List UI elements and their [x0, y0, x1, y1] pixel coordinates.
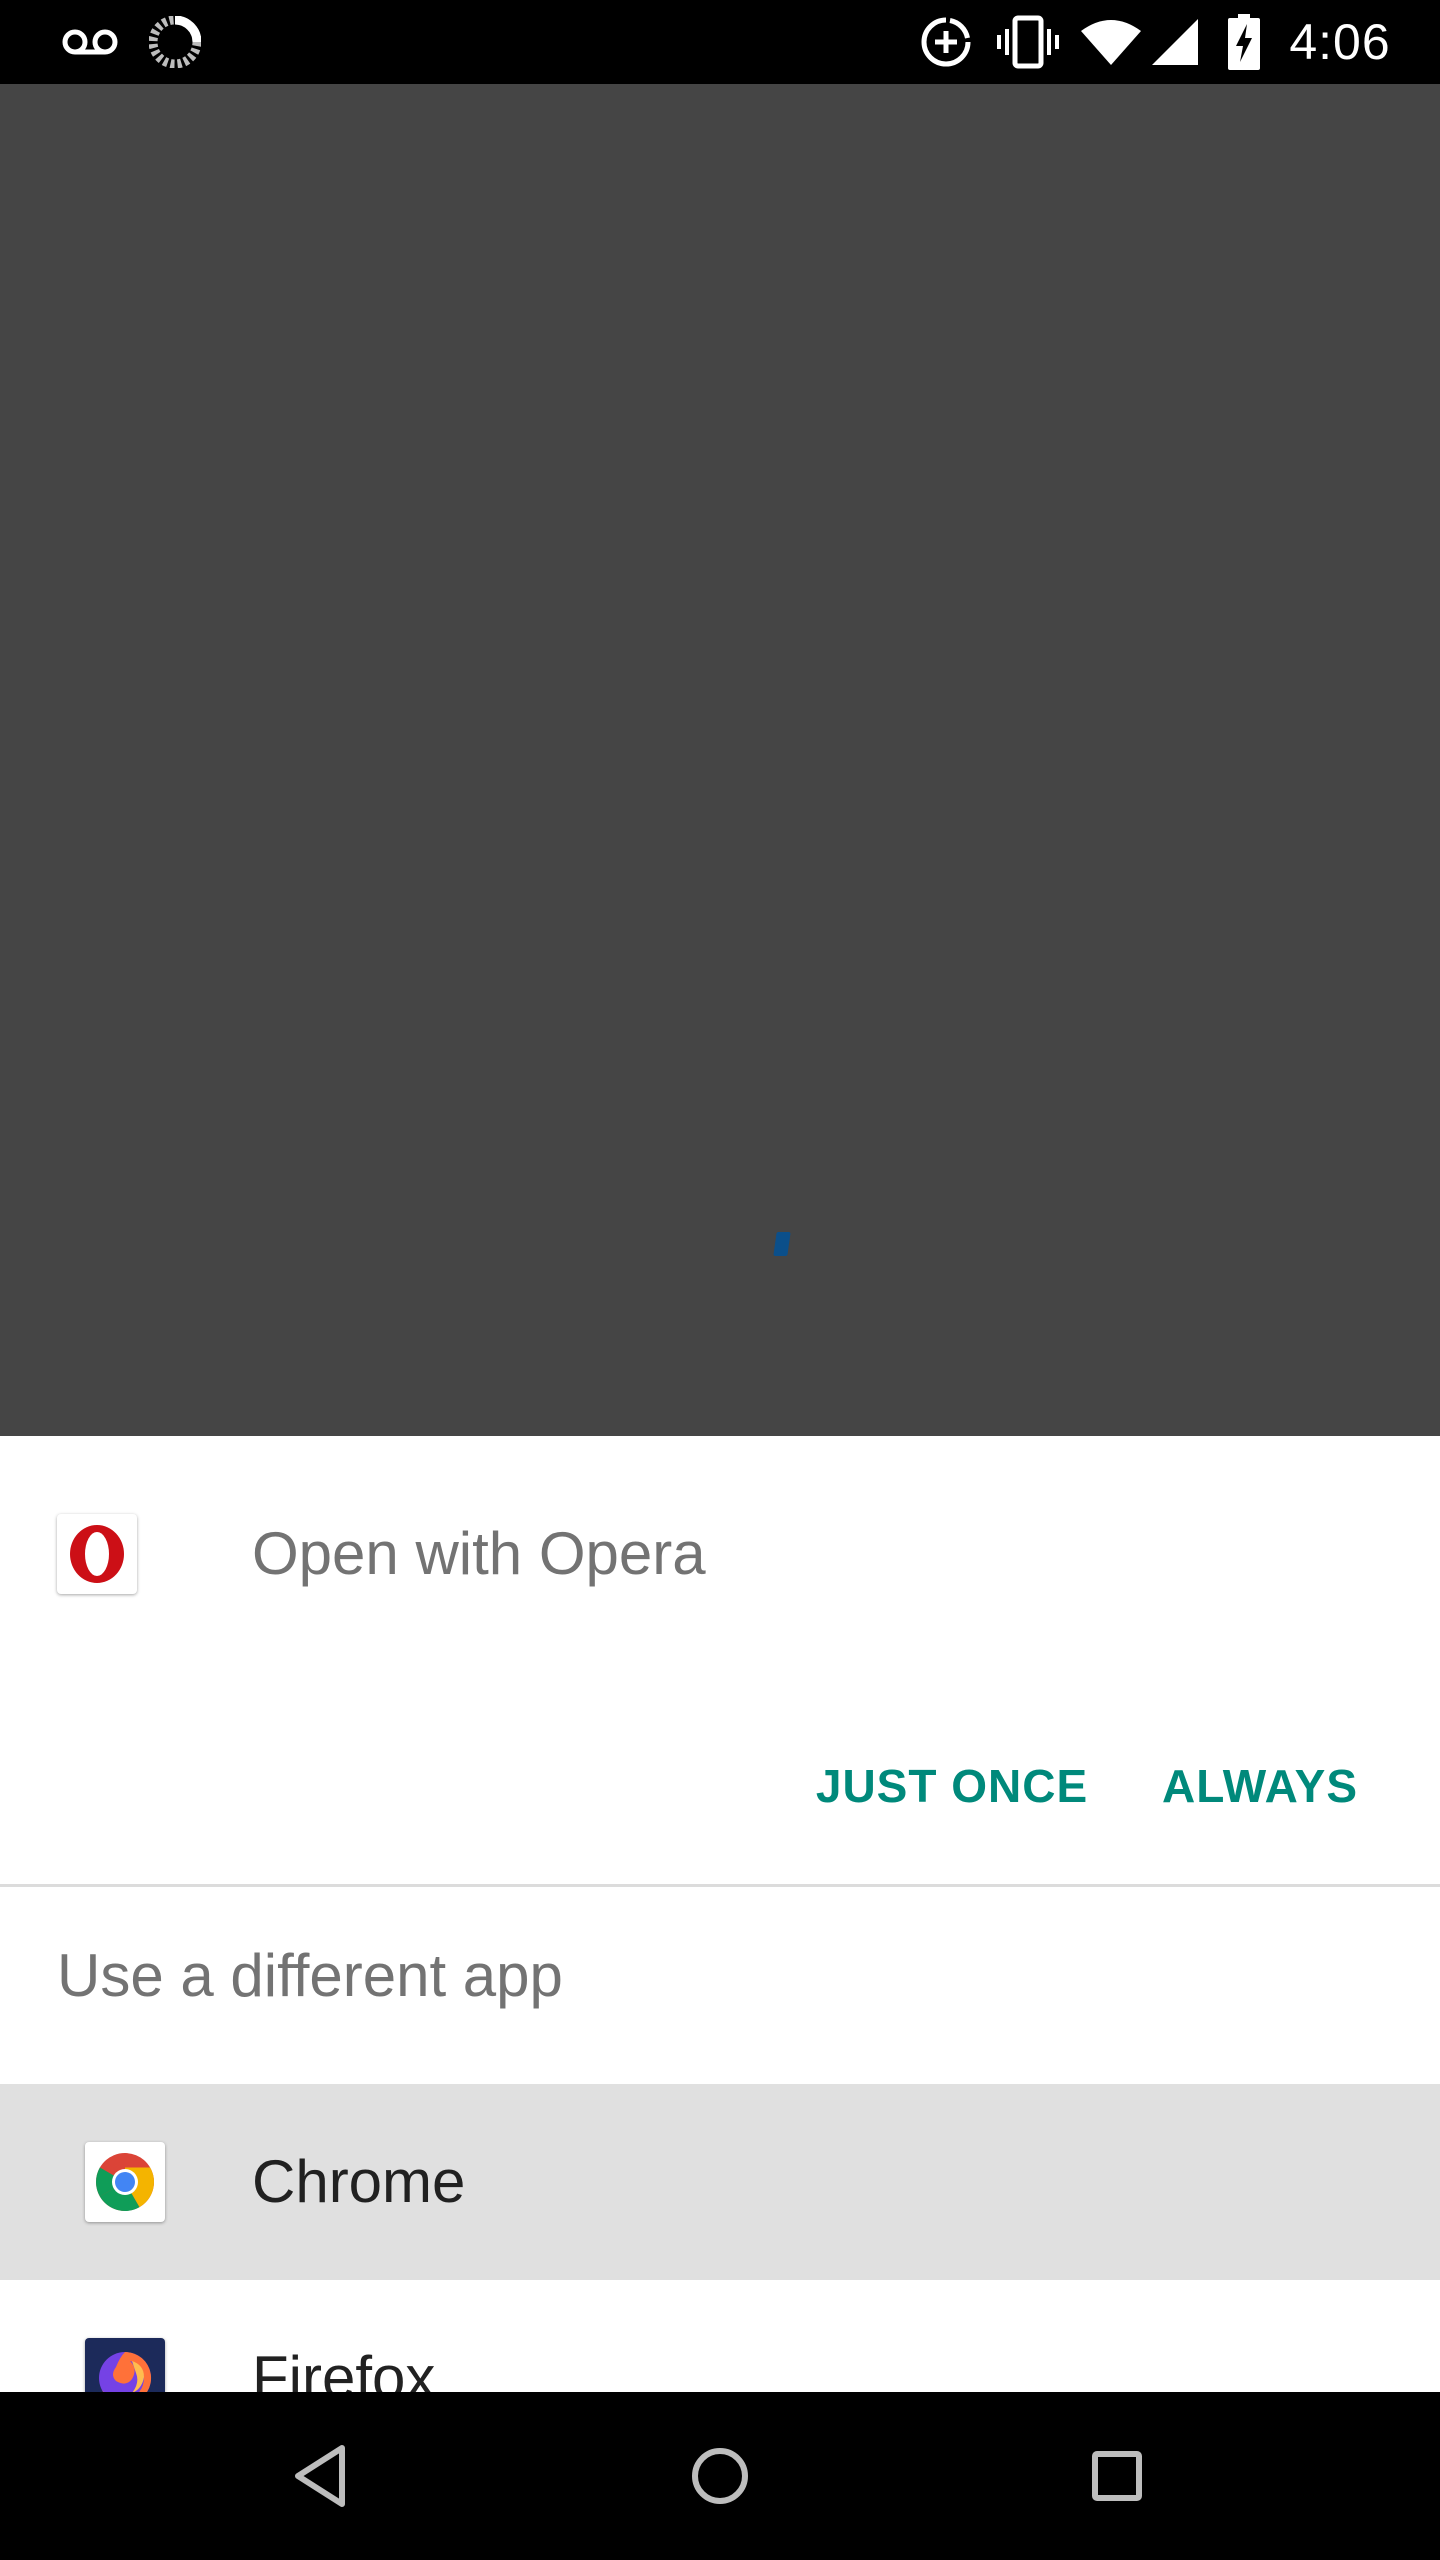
back-icon: [295, 2445, 345, 2507]
cell-signal-icon: [1150, 0, 1200, 84]
sync-icon: [148, 0, 202, 84]
app-chooser-sheet: Open with Opera JUST ONCE ALWAYS Use a d…: [0, 1436, 1440, 2392]
background-app-scrim[interactable]: [0, 84, 1440, 1436]
screen: 4:06 Open with Opera JUST ONCE ALWAYS Us…: [0, 0, 1440, 2560]
wifi-icon: [1080, 0, 1142, 84]
navigation-bar: [0, 2392, 1440, 2560]
divider: [0, 1884, 1440, 1887]
data-saver-icon: [918, 0, 974, 84]
alternate-apps-header: Use a different app: [57, 1942, 563, 2009]
list-item-label: Chrome: [252, 2148, 466, 2215]
opera-icon: [57, 1514, 137, 1594]
vibrate-icon: [996, 0, 1060, 84]
home-button[interactable]: [660, 2416, 780, 2536]
status-bar: 4:06: [0, 0, 1440, 84]
just-once-button[interactable]: JUST ONCE: [800, 1726, 1104, 1846]
dialog-actions: JUST ONCE ALWAYS: [0, 1726, 1440, 1846]
chrome-icon: [85, 2142, 165, 2222]
list-item-firefox[interactable]: Firefox: [0, 2280, 1440, 2392]
loading-indicator: [773, 1232, 791, 1256]
recents-icon: [1092, 2451, 1142, 2501]
home-icon: [692, 2448, 748, 2504]
back-button[interactable]: [260, 2416, 380, 2536]
voicemail-icon: [60, 0, 120, 84]
status-time: 4:06: [1289, 14, 1391, 70]
default-app-row: Open with Opera: [0, 1436, 1440, 1666]
dialog-title: Open with Opera: [252, 1520, 706, 1587]
battery-charging-icon: [1226, 0, 1262, 84]
recents-button[interactable]: [1057, 2416, 1177, 2536]
list-item-chrome[interactable]: Chrome: [0, 2084, 1440, 2280]
list-item-label: Firefox: [252, 2344, 436, 2392]
always-button[interactable]: ALWAYS: [1140, 1726, 1380, 1846]
firefox-icon: [85, 2338, 165, 2392]
